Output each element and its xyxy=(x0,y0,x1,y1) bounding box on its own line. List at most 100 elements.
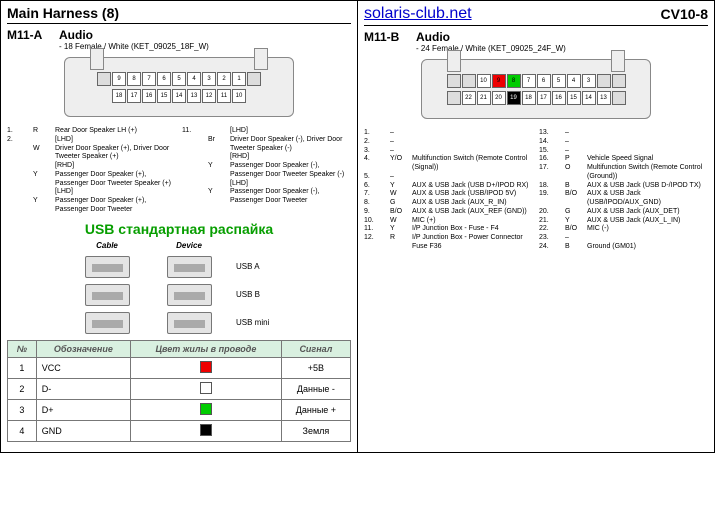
pinout-row: 14.– xyxy=(539,138,708,147)
connector-pin: 9 xyxy=(492,74,506,88)
usb-pinout-table: №ОбозначениеЦвет жилы в проводеСигнал 1V… xyxy=(7,340,351,442)
color-swatch xyxy=(200,403,212,415)
connector-pin: 5 xyxy=(172,72,186,86)
connector-pin: 13 xyxy=(187,89,201,103)
connector-pin: 20 xyxy=(492,91,506,105)
connector-pin: 14 xyxy=(582,91,596,105)
connector-pin: 17 xyxy=(537,91,551,105)
pinout-row: 10.WMIC (+) xyxy=(364,217,533,226)
table-row: 3D+Данные + xyxy=(8,399,351,420)
usb-type-label: USB mini xyxy=(236,318,286,327)
color-swatch xyxy=(200,382,212,394)
pinout-row: [LHD] xyxy=(182,180,351,189)
connector-pin xyxy=(597,74,611,88)
connector-header-left: M11-A Audio - 18 Female / White (KET_090… xyxy=(7,28,351,51)
usb-plug-icon xyxy=(167,256,212,278)
site-link[interactable]: solaris-club.net xyxy=(364,5,472,23)
pinout-row: 24.BGround (GM01) xyxy=(539,243,708,252)
pinout-row: 7.WAUX & USB Jack (USB/IPOD 5V) xyxy=(364,190,533,199)
pinout-row: 9.B/OAUX & USB Jack (AUX_REF (GND)) xyxy=(364,208,533,217)
pinout-row: [RHD] xyxy=(182,153,351,162)
connector-pin: 18 xyxy=(112,89,126,103)
pinout-row: 12.RI/P Junction Box - Power Connector F… xyxy=(364,234,533,252)
color-swatch xyxy=(200,361,212,373)
color-swatch xyxy=(200,424,212,436)
connector-pin: 3 xyxy=(582,74,596,88)
connector-pin: 4 xyxy=(187,72,201,86)
connector-pin xyxy=(447,91,461,105)
connector-pin: 6 xyxy=(537,74,551,88)
connector-pin: 12 xyxy=(202,89,216,103)
connector-pin: 2 xyxy=(217,72,231,86)
pinout-row: 21.YAUX & USB Jack (AUX_L_IN) xyxy=(539,217,708,226)
left-header: Main Harness (8) xyxy=(7,5,351,24)
pinout-row: 23.– xyxy=(539,234,708,243)
pinout-table-right: 1.–2.–3.–4.Y/OMultifunction Switch (Remo… xyxy=(364,129,708,252)
usb-type-label: USB B xyxy=(236,290,286,299)
page-code: CV10-8 xyxy=(661,6,708,22)
pinout-row: 11.YI/P Junction Box - Fuse - F4 xyxy=(364,225,533,234)
table-row: 4GNDЗемля xyxy=(8,420,351,441)
connector-pin: 8 xyxy=(507,74,521,88)
connector-pin: 18 xyxy=(522,91,536,105)
connector-pin: 1 xyxy=(232,72,246,86)
table-header: Сигнал xyxy=(281,340,350,357)
pinout-row: 2.– xyxy=(364,138,533,147)
pinout-row: 20.GAUX & USB Jack (AUX_DET) xyxy=(539,208,708,217)
connector-diagram-left: 987654321181716151413121110 xyxy=(64,57,294,117)
usb-title: USB стандартная распайка xyxy=(7,221,351,237)
usb-plug-icon xyxy=(85,256,130,278)
connector-pin xyxy=(462,74,476,88)
pinout-row: YPassenger Door Speaker (-), Passenger D… xyxy=(182,188,351,206)
table-header: Обозначение xyxy=(36,340,130,357)
pinout-row: 11.[LHD] xyxy=(182,127,351,136)
connector-id: M11-A xyxy=(7,28,47,51)
pinout-row: 18.BAUX & USB Jack (USB D-/IPOD TX) xyxy=(539,182,708,191)
pinout-row: 15.– xyxy=(539,147,708,156)
right-panel: solaris-club.net CV10-8 M11-B Audio - 24… xyxy=(358,1,714,452)
usb-plug-icon xyxy=(167,312,212,334)
connector-pin: 10 xyxy=(232,89,246,103)
usb-col-header: Device xyxy=(154,241,224,250)
page-container: Main Harness (8) M11-A Audio - 18 Female… xyxy=(0,0,715,453)
connector-pin: 19 xyxy=(507,91,521,105)
pinout-table-left: 1.RRear Door Speaker LH (+)2.[LHD]WDrive… xyxy=(7,127,351,215)
pinout-row: 6.YAUX & USB Jack (USB D+/IPOD RX) xyxy=(364,182,533,191)
pinout-row: 19.B/OAUX & USB Jack (USB/IPOD/AUX_GND) xyxy=(539,190,708,208)
connector-pin: 9 xyxy=(112,72,126,86)
connector-diagram-right: 10987654322212019181716151413 xyxy=(421,59,651,119)
connector-pin xyxy=(247,72,261,86)
pinout-row: 5.– xyxy=(364,173,533,182)
connector-pin: 10 xyxy=(477,74,491,88)
pinout-row: 17.OMultifunction Switch (Remote Control… xyxy=(539,164,708,182)
connector-pin xyxy=(612,91,626,105)
connector-pin: 17 xyxy=(127,89,141,103)
connector-pin: 4 xyxy=(567,74,581,88)
usb-plug-icon xyxy=(167,284,212,306)
connector-pin: 16 xyxy=(552,91,566,105)
pinout-row: BrDriver Door Speaker (-), Driver Door T… xyxy=(182,136,351,154)
connector-header-right: M11-B Audio - 24 Female / White (KET_090… xyxy=(364,30,708,53)
table-row: 2D-Данные - xyxy=(8,378,351,399)
pinout-row: 13.– xyxy=(539,129,708,138)
usb-visual-grid: CableDeviceUSB AUSB BUSB mini xyxy=(7,241,351,334)
connector-pin xyxy=(447,74,461,88)
pinout-row: [LHD] xyxy=(7,188,176,197)
pinout-row: 1.RRear Door Speaker LH (+) xyxy=(7,127,176,136)
left-panel: Main Harness (8) M11-A Audio - 18 Female… xyxy=(1,1,358,452)
connector-pin xyxy=(612,74,626,88)
connector-subtitle: - 24 Female / White (KET_09025_24F_W) xyxy=(416,44,566,53)
connector-pin: 16 xyxy=(142,89,156,103)
right-header: solaris-club.net CV10-8 xyxy=(364,5,708,26)
connector-pin: 14 xyxy=(172,89,186,103)
usb-plug-icon xyxy=(85,312,130,334)
pinout-row: [RHD] xyxy=(7,162,176,171)
usb-plug-icon xyxy=(85,284,130,306)
pinout-row: YPassenger Door Speaker (+), Passenger D… xyxy=(7,197,176,215)
pinout-row: 4.Y/OMultifunction Switch (Remote Contro… xyxy=(364,155,533,173)
connector-pin: 22 xyxy=(462,91,476,105)
usb-type-label: USB A xyxy=(236,262,286,271)
connector-pin: 5 xyxy=(552,74,566,88)
main-title: Main Harness (8) xyxy=(7,5,119,21)
connector-pin: 8 xyxy=(127,72,141,86)
